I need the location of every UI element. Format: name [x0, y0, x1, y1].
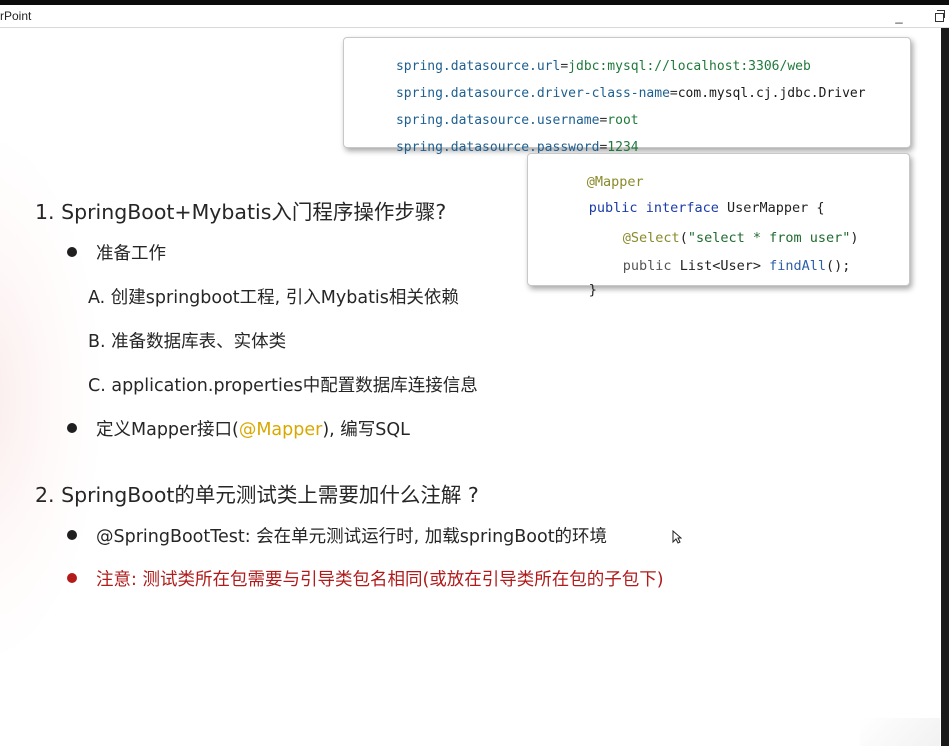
mouse-cursor-icon	[672, 530, 682, 544]
slide-corner-decoration	[860, 718, 940, 746]
bullet-dot-icon	[67, 247, 77, 257]
bullet-mapper: 定义Mapper接口(@Mapper), 编写SQL	[67, 416, 410, 441]
bullet-note: 注意: 测试类所在包需要与引导类包名相同(或放在引导类所在包的子包下)	[67, 566, 664, 591]
datasource-config-code: spring.datasource.url=jdbc:mysql://local…	[343, 37, 911, 155]
code-line: public List<User> findAll();	[622, 258, 851, 274]
code-line: }	[588, 282, 597, 298]
bullet-dot-icon	[67, 423, 77, 433]
bullet-springboottest: @SpringBootTest: 会在单元测试运行时, 加载springBoot…	[67, 523, 607, 548]
app-title: rPoint	[0, 9, 32, 23]
minimize-button[interactable]: _	[890, 8, 908, 24]
heading-question-1: 1. SpringBoot+Mybatis入门程序操作步骤?	[35, 200, 447, 224]
step-c: C. application.properties中配置数据库连接信息	[88, 376, 478, 396]
minimize-icon: _	[895, 8, 903, 24]
window-right-edge	[941, 28, 949, 746]
step-a: A. 创建springboot工程, 引入Mybatis相关依赖	[88, 288, 459, 308]
bullet-dot-icon	[67, 573, 77, 583]
title-bar: rPoint _	[0, 5, 949, 28]
slide-canvas: spring.datasource.url=jdbc:mysql://local…	[0, 28, 941, 746]
bullet-prepare: 准备工作	[67, 240, 166, 265]
restore-icon	[934, 9, 945, 22]
mapper-interface-code: @Mapper public interface UserMapper { @S…	[527, 153, 910, 298]
bullet-dot-icon	[67, 530, 77, 540]
heading-question-2: 2. SpringBoot的单元测试类上需要加什么注解 ?	[35, 483, 479, 507]
restore-button[interactable]	[930, 8, 948, 24]
step-b: B. 准备数据库表、实体类	[88, 332, 287, 352]
